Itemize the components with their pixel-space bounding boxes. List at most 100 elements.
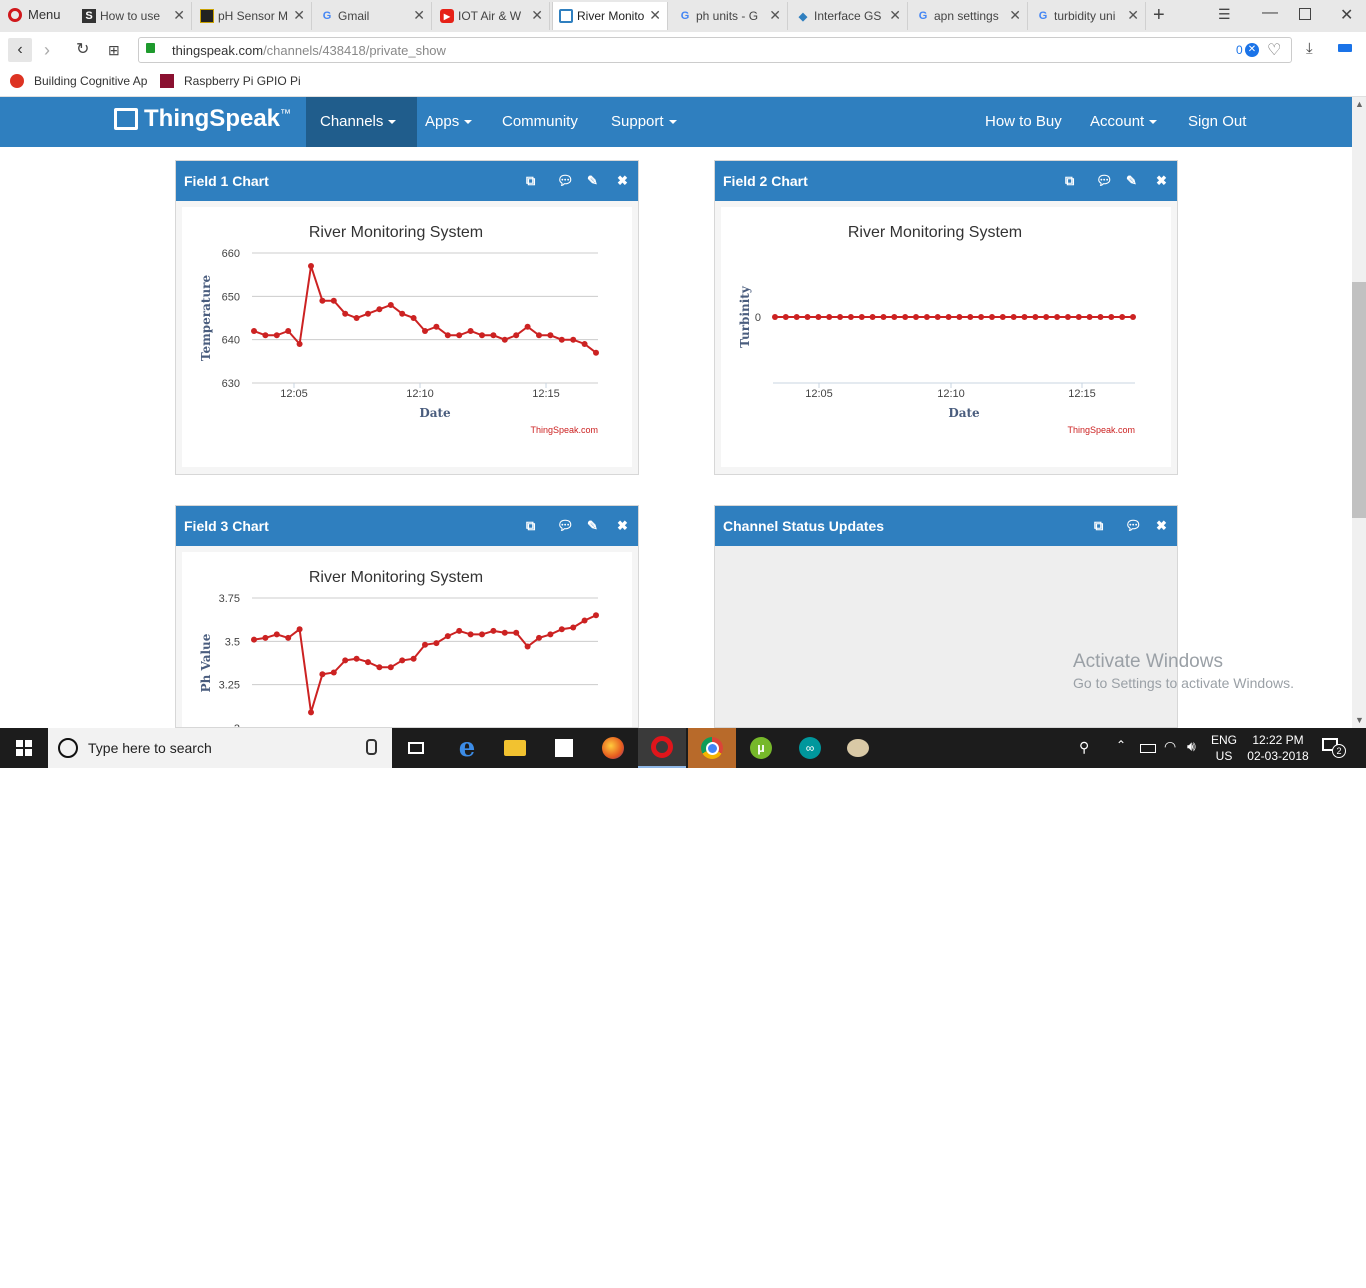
firefox-taskbar-icon[interactable] xyxy=(589,728,637,768)
back-icon[interactable]: ‹ xyxy=(8,38,32,62)
speed-dial-icon[interactable]: ⊞ xyxy=(108,38,120,62)
data-point xyxy=(387,302,394,308)
close-tab-icon[interactable]: ✕ xyxy=(889,7,901,24)
tab-river-monitoring[interactable]: River Monito ✕ xyxy=(552,2,668,30)
volume-icon[interactable]: 🔊︎ xyxy=(1187,738,1196,755)
reload-icon[interactable]: ↻ xyxy=(76,38,89,62)
wifi-icon[interactable]: ◠ xyxy=(1164,738,1176,755)
edge-taskbar-icon[interactable]: e xyxy=(443,728,491,768)
nav-how-to-buy[interactable]: How to Buy xyxy=(971,97,1076,147)
data-point xyxy=(593,349,599,356)
chrome-taskbar-icon[interactable] xyxy=(688,728,736,768)
data-point xyxy=(536,332,542,339)
tab-turbidity[interactable]: G turbidity uni ✕ xyxy=(1030,2,1146,30)
data-point xyxy=(826,314,833,320)
data-point xyxy=(967,314,974,320)
clock-date: 02-03-2018 xyxy=(1247,749,1309,763)
scroll-down-icon[interactable]: ▼ xyxy=(1355,715,1364,725)
new-tab-plus-icon[interactable]: + xyxy=(1153,4,1165,27)
forward-icon[interactable]: › xyxy=(44,38,50,62)
site-navbar: ThingSpeak ™ Channels Apps Community Sup… xyxy=(0,97,1352,147)
nav-channels[interactable]: Channels xyxy=(306,97,417,147)
minimize-icon[interactable]: — xyxy=(1262,4,1278,22)
tab-menu-icon[interactable]: ☰ xyxy=(1218,6,1231,23)
opera-taskbar-icon[interactable] xyxy=(638,728,686,768)
region-code: US xyxy=(1215,749,1233,763)
nav-apps[interactable]: Apps xyxy=(411,97,486,147)
close-tab-icon[interactable]: ✕ xyxy=(413,7,425,24)
close-window-icon[interactable]: ✕ xyxy=(1340,5,1353,25)
adblock-icon[interactable]: ✕ xyxy=(1245,43,1259,57)
close-tab-icon[interactable]: ✕ xyxy=(769,7,781,24)
data-point xyxy=(891,314,898,320)
taskbar-clock[interactable]: 12:22 PM 02-03-2018 xyxy=(1246,732,1310,764)
downloads-icon[interactable]: ⤓ xyxy=(1306,40,1313,57)
open-external-icon[interactable]: ⧉ xyxy=(1065,161,1074,201)
field1-chart-panel: Field 1 Chart ⧉ 💬︎ ✎ ✖ River Monitoring … xyxy=(175,160,639,475)
store-taskbar-icon[interactable] xyxy=(540,728,588,768)
data-point xyxy=(593,612,599,619)
edit-pencil-icon[interactable]: ✎ xyxy=(1126,161,1137,201)
close-icon[interactable]: ✖ xyxy=(617,161,628,201)
people-icon[interactable]: ⚲ xyxy=(1079,739,1089,756)
close-icon[interactable]: ✖ xyxy=(1156,506,1167,546)
bookmark-heart-icon[interactable]: ♡ xyxy=(1267,40,1281,60)
open-external-icon[interactable]: ⧉ xyxy=(1094,506,1103,546)
battery-saver-icon[interactable] xyxy=(1338,44,1352,52)
tab-how-to-use[interactable]: S How to use ✕ xyxy=(76,2,192,30)
open-external-icon[interactable]: ⧉ xyxy=(526,506,535,546)
edit-pencil-icon[interactable]: ✎ xyxy=(587,161,598,201)
utorrent-taskbar-icon[interactable]: µ xyxy=(737,728,785,768)
url-field[interactable]: thingspeak.com/channels/438418/private_s… xyxy=(138,37,1292,63)
tab-interface-gsm[interactable]: ◆ Interface GS ✕ xyxy=(790,2,908,30)
comment-icon[interactable]: 💬︎ xyxy=(1096,161,1113,201)
data-point xyxy=(524,643,531,650)
nav-sign-out[interactable]: Sign Out xyxy=(1174,97,1260,147)
tab-gmail[interactable]: G Gmail ✕ xyxy=(314,2,432,30)
task-view-button[interactable] xyxy=(392,728,440,768)
file-explorer-taskbar-icon[interactable] xyxy=(491,728,539,768)
nav-support[interactable]: Support xyxy=(597,97,691,147)
tab-ph-sensor[interactable]: pH Sensor M ✕ xyxy=(194,2,312,30)
open-external-icon[interactable]: ⧉ xyxy=(526,161,535,201)
close-tab-icon[interactable]: ✕ xyxy=(173,7,185,24)
nav-account[interactable]: Account xyxy=(1076,97,1171,147)
scroll-up-icon[interactable]: ▲ xyxy=(1355,99,1364,109)
thingspeak-logo[interactable]: ThingSpeak ™ xyxy=(114,105,291,133)
action-center-button[interactable]: 2 xyxy=(1322,738,1346,758)
close-tab-icon[interactable]: ✕ xyxy=(1009,7,1021,24)
tab-iot-air[interactable]: ▶ IOT Air & W ✕ xyxy=(434,2,550,30)
adblock-count[interactable]: 0 xyxy=(1236,43,1243,57)
panel-title: Field 3 Chart xyxy=(184,518,269,534)
paint-taskbar-icon[interactable] xyxy=(834,728,882,768)
nav-community[interactable]: Community xyxy=(488,97,592,147)
bookmark-raspberry-pi[interactable]: Raspberry Pi GPIO Pi xyxy=(160,74,301,88)
taskbar-search-box[interactable]: Type here to search xyxy=(48,728,392,768)
edit-pencil-icon[interactable]: ✎ xyxy=(587,506,598,546)
tab-ph-units[interactable]: G ph units - G ✕ xyxy=(672,2,788,30)
comment-icon[interactable]: 💬︎ xyxy=(557,161,574,201)
bookmark-building-cognitive[interactable]: Building Cognitive Ap xyxy=(10,74,147,88)
battery-icon[interactable] xyxy=(1140,744,1156,753)
start-button[interactable] xyxy=(0,728,48,768)
data-point xyxy=(1043,314,1050,320)
data-point xyxy=(342,310,349,317)
comment-icon[interactable]: 💬︎ xyxy=(557,506,574,546)
data-point xyxy=(376,306,383,313)
scrollbar-thumb[interactable] xyxy=(1352,282,1366,518)
close-tab-icon[interactable]: ✕ xyxy=(293,7,305,24)
close-tab-icon[interactable]: ✕ xyxy=(531,7,543,24)
close-icon[interactable]: ✖ xyxy=(1156,161,1167,201)
close-icon[interactable]: ✖ xyxy=(617,506,628,546)
input-language-indicator[interactable]: ENG US xyxy=(1211,732,1237,764)
opera-menu-button[interactable]: Menu xyxy=(8,7,61,22)
restore-icon[interactable] xyxy=(1299,8,1311,20)
comment-icon[interactable]: 💬︎ xyxy=(1125,506,1142,546)
google-favicon-icon: G xyxy=(680,10,690,22)
close-tab-icon[interactable]: ✕ xyxy=(1127,7,1139,24)
microphone-icon[interactable] xyxy=(366,739,377,755)
arduino-taskbar-icon[interactable]: ∞ xyxy=(786,728,834,768)
close-tab-icon[interactable]: ✕ xyxy=(649,7,661,24)
show-hidden-icons-chevron-up-icon[interactable]: ⌃ xyxy=(1116,738,1126,752)
tab-apn-settings[interactable]: G apn settings ✕ xyxy=(910,2,1028,30)
